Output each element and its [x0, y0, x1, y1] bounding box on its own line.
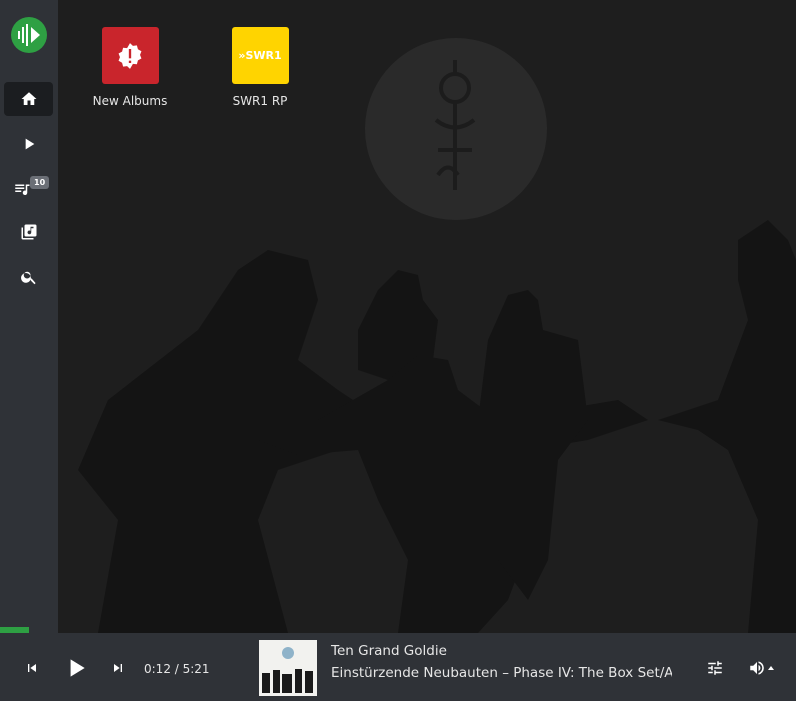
- player-bar: 0:12 / 5:21 Ten Grand Goldie Einstürzend…: [0, 633, 796, 701]
- previous-button[interactable]: [22, 658, 42, 678]
- home-icon: [21, 92, 36, 105]
- alert-badge-icon: [118, 42, 142, 69]
- app-logo[interactable]: [11, 17, 47, 53]
- queue-count-badge: 10: [30, 176, 50, 189]
- tile-image: »SWR1: [231, 27, 289, 84]
- volume-icon: [750, 661, 764, 675]
- library-music-icon: [21, 224, 36, 240]
- next-button[interactable]: [108, 658, 128, 678]
- tile-image: [101, 27, 159, 84]
- sidebar-item-now-playing[interactable]: [4, 127, 53, 161]
- search-icon: [20, 271, 36, 285]
- tile-swr1-rp[interactable]: »SWR1 SWR1 RP: [210, 27, 310, 108]
- sidebar-item-search[interactable]: [4, 260, 53, 294]
- play-icon: [25, 138, 34, 150]
- equalizer-icon: [708, 661, 722, 675]
- queue-icon: [15, 184, 30, 196]
- audio-waveform-play-icon: [18, 24, 40, 46]
- sidebar-item-home[interactable]: [4, 82, 53, 116]
- tile-label: New Albums: [92, 94, 168, 108]
- sidebar-item-library[interactable]: [4, 215, 53, 249]
- track-artist-album[interactable]: Einstürzende Neubauten – Phase IV: The B…: [331, 665, 672, 681]
- playback-time: 0:12 / 5:21: [144, 662, 210, 676]
- tile-label: SWR1 RP: [232, 94, 288, 108]
- main-content: New Albums »SWR1 SWR1 RP: [58, 0, 796, 633]
- tile-new-albums[interactable]: New Albums: [80, 27, 180, 108]
- caret-up-icon: [768, 666, 774, 670]
- play-icon: [70, 659, 85, 677]
- play-button[interactable]: [63, 655, 89, 681]
- next-icon: [114, 664, 122, 672]
- volume-button[interactable]: [745, 658, 779, 678]
- sidebar: 10: [0, 0, 58, 633]
- album-cover-image: [259, 640, 317, 696]
- equalizer-button[interactable]: [705, 658, 725, 678]
- track-title[interactable]: Ten Grand Goldie: [331, 643, 447, 659]
- swr1-logo: »SWR1: [238, 49, 282, 62]
- album-cover[interactable]: [259, 640, 317, 696]
- previous-icon: [28, 664, 36, 672]
